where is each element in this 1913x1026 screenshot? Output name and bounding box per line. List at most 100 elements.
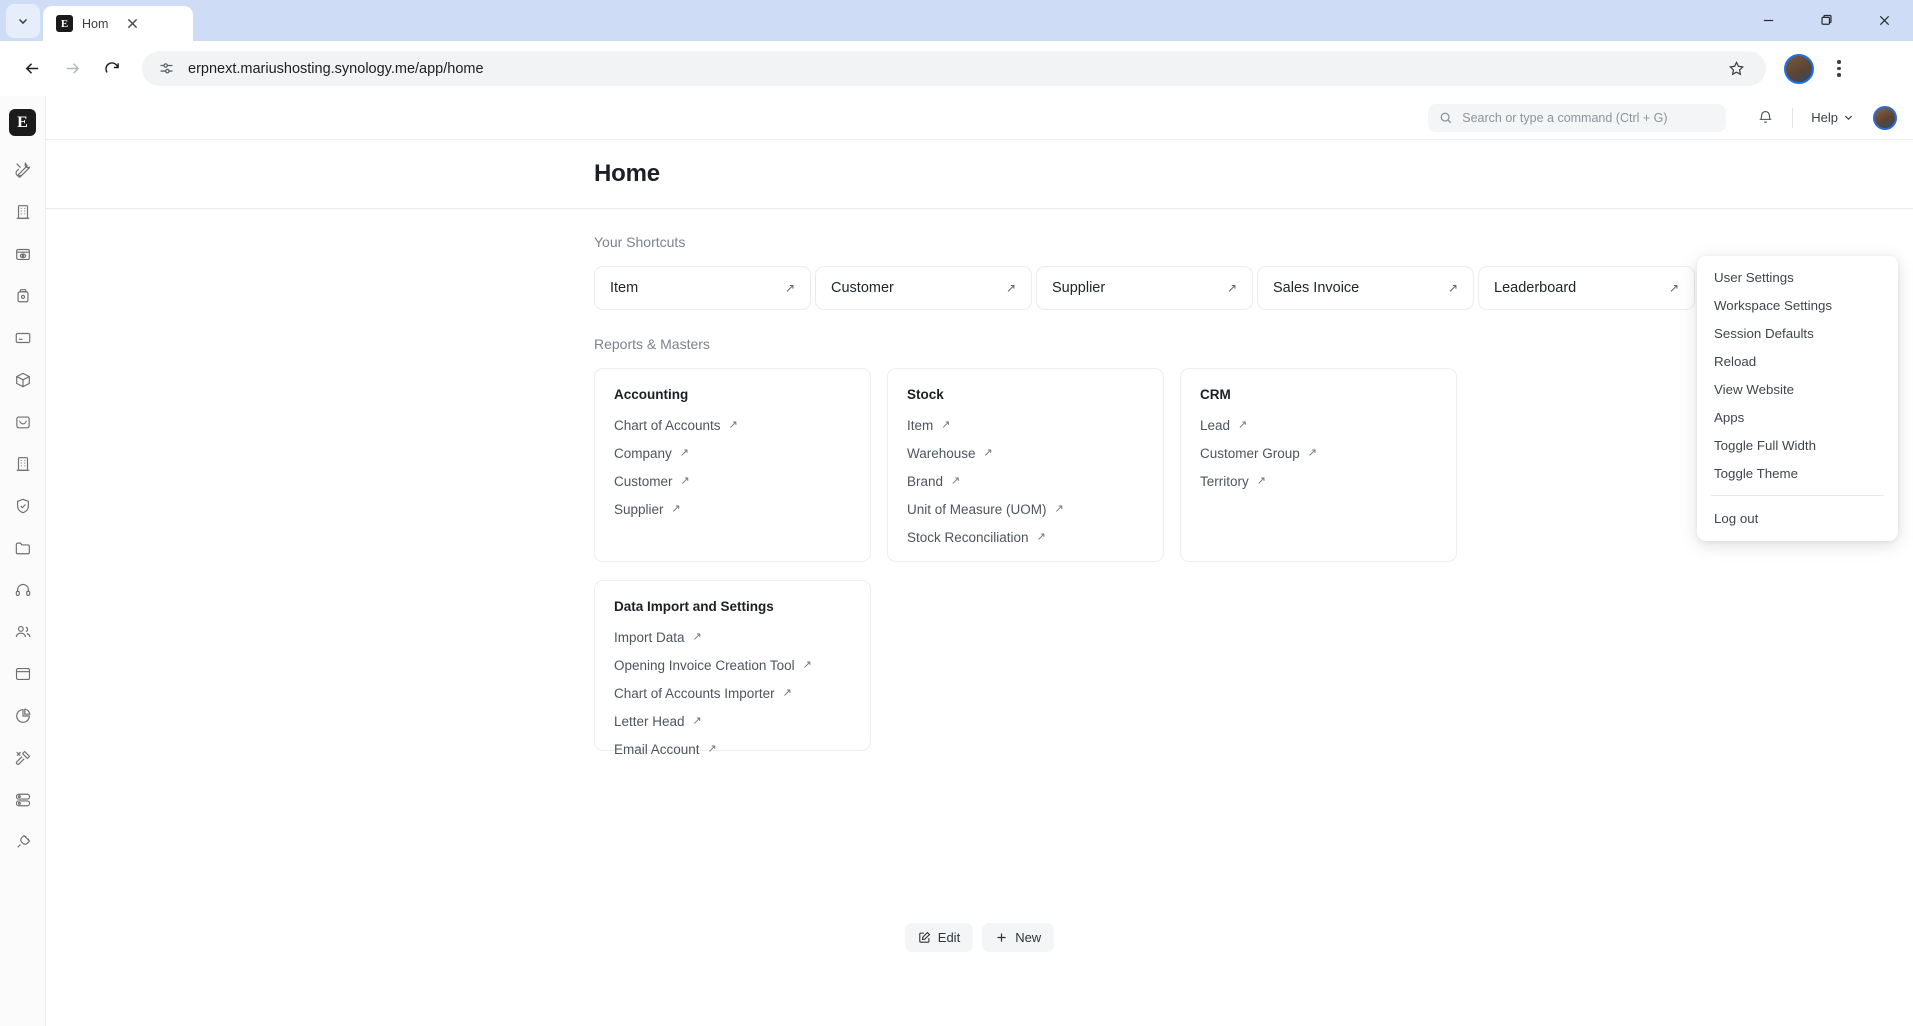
menu-item-label: Reload bbox=[1714, 353, 1757, 369]
server-icon[interactable] bbox=[7, 784, 39, 816]
card-title: CRM bbox=[1200, 387, 1231, 402]
arrow-up-right-icon: ↗ bbox=[1307, 447, 1318, 459]
app-logo-icon[interactable]: E bbox=[9, 109, 36, 136]
card-link[interactable]: Import Data ↗ bbox=[614, 630, 851, 645]
card-link[interactable]: Email Account ↗ bbox=[614, 742, 851, 757]
shortcuts-grid: Item ↗ Customer ↗ Supplier ↗ Sales Invoi… bbox=[594, 266, 1700, 323]
shortcut-card[interactable]: Item ↗ bbox=[594, 266, 811, 310]
menu-item-user-settings[interactable]: User Settings bbox=[1697, 263, 1898, 291]
card-icon[interactable] bbox=[7, 322, 39, 354]
arrow-up-right-icon: ↗ bbox=[671, 503, 681, 515]
search-input[interactable]: Search or type a command (Ctrl + G) bbox=[1428, 103, 1727, 132]
bookmark-button[interactable] bbox=[1722, 55, 1750, 83]
arrow-up-right-icon: ↗ bbox=[728, 419, 738, 431]
search-icon bbox=[1440, 112, 1452, 123]
edit-button[interactable]: Edit bbox=[904, 923, 974, 952]
window-icon[interactable] bbox=[7, 658, 39, 690]
menu-item-toggle-theme[interactable]: Toggle Theme bbox=[1697, 459, 1898, 487]
card-link[interactable]: Brand ↗ bbox=[907, 474, 1144, 489]
card-link[interactable]: Opening Invoice Creation Tool ↗ bbox=[614, 658, 851, 673]
menu-item-workspace-settings[interactable]: Workspace Settings bbox=[1697, 291, 1898, 319]
building-icon[interactable] bbox=[7, 196, 39, 228]
maximize-button[interactable] bbox=[1797, 0, 1855, 41]
card-link[interactable]: Unit of Measure (UOM) ↗ bbox=[907, 502, 1144, 517]
masters-card-row-2: Data Import and Settings Import Data ↗ Op… bbox=[594, 580, 1913, 757]
building-alt-icon[interactable] bbox=[7, 448, 39, 480]
card-link[interactable]: Customer ↗ bbox=[614, 474, 851, 489]
tools-icon[interactable] bbox=[7, 154, 39, 186]
browser-tab[interactable]: E Hom bbox=[43, 6, 193, 41]
minimize-button[interactable] bbox=[1739, 0, 1797, 41]
help-menu-button[interactable]: Help bbox=[1805, 106, 1860, 129]
menu-item-toggle-full-width[interactable]: Toggle Full Width bbox=[1697, 431, 1898, 459]
card-crm: CRM Lead ↗ Customer Group ↗ Territory ↗ bbox=[1180, 368, 1457, 562]
user-avatar[interactable] bbox=[1873, 105, 1897, 130]
browser-profile-avatar[interactable] bbox=[1784, 53, 1814, 84]
menu-item-apps[interactable]: Apps bbox=[1697, 403, 1898, 431]
archive-eye-icon[interactable] bbox=[7, 238, 39, 270]
pie-chart-icon[interactable] bbox=[7, 700, 39, 732]
site-settings-icon[interactable] bbox=[158, 60, 175, 77]
plug-icon[interactable] bbox=[7, 826, 39, 858]
card-link[interactable]: Item ↗ bbox=[907, 418, 1144, 433]
arrow-up-right-icon: ↗ bbox=[680, 475, 690, 487]
card-link[interactable]: Company ↗ bbox=[614, 446, 851, 461]
box-icon[interactable] bbox=[7, 364, 39, 396]
shield-check-icon[interactable] bbox=[7, 490, 39, 522]
card-link[interactable]: Customer Group ↗ bbox=[1200, 446, 1437, 461]
menu-item-session-defaults[interactable]: Session Defaults bbox=[1697, 319, 1898, 347]
notifications-button[interactable] bbox=[1750, 103, 1780, 133]
card-link[interactable]: Lead ↗ bbox=[1200, 418, 1437, 433]
omnibox[interactable]: erpnext.mariushosting.synology.me/app/ho… bbox=[142, 51, 1766, 86]
app-navbar: Search or type a command (Ctrl + G) Help bbox=[46, 96, 1913, 140]
card-link[interactable]: Stock Reconciliation ↗ bbox=[907, 530, 1144, 545]
tabstrip-chevron-button[interactable] bbox=[6, 4, 40, 38]
reload-button[interactable] bbox=[94, 51, 130, 87]
shortcut-label: Leaderboard bbox=[1494, 280, 1577, 296]
reload-icon bbox=[105, 61, 119, 73]
sidebar-rail: E bbox=[0, 96, 46, 1026]
shortcut-card[interactable]: Sales Invoice ↗ bbox=[1257, 266, 1474, 310]
card-link-label: Stock Reconciliation bbox=[907, 530, 1029, 545]
forward-button[interactable] bbox=[54, 51, 90, 87]
search-placeholder: Search or type a command (Ctrl + G) bbox=[1462, 110, 1668, 125]
card-link-label: Company bbox=[614, 446, 672, 461]
tab-close-button[interactable] bbox=[123, 15, 141, 33]
people-icon[interactable] bbox=[7, 616, 39, 648]
window-close-button[interactable] bbox=[1855, 0, 1913, 41]
shortcut-card[interactable]: Leaderboard ↗ bbox=[1478, 266, 1695, 310]
card-link[interactable]: Letter Head ↗ bbox=[614, 714, 851, 729]
erpnext-logo-icon: E bbox=[56, 15, 73, 32]
card-link-label: Item bbox=[907, 418, 934, 433]
kebab-menu-icon[interactable] bbox=[1822, 52, 1856, 86]
card-link[interactable]: Chart of Accounts Importer ↗ bbox=[614, 686, 851, 701]
card-link-label: Customer bbox=[614, 474, 673, 489]
back-arrow-icon bbox=[25, 63, 38, 74]
headset-icon[interactable] bbox=[7, 574, 39, 606]
card-link[interactable]: Chart of Accounts ↗ bbox=[614, 418, 851, 433]
card-title: Accounting bbox=[614, 387, 689, 402]
menu-item-view-website[interactable]: View Website bbox=[1697, 375, 1898, 403]
shortcut-label: Supplier bbox=[1052, 280, 1106, 296]
bag-icon[interactable] bbox=[7, 406, 39, 438]
window-close-icon bbox=[1879, 15, 1889, 26]
menu-item-reload[interactable]: Reload bbox=[1697, 347, 1898, 375]
card-link[interactable]: Supplier ↗ bbox=[614, 502, 851, 517]
arrow-up-right-icon: ↗ bbox=[1668, 281, 1679, 295]
shortcut-label: Sales Invoice bbox=[1273, 280, 1360, 296]
shortcut-card[interactable]: Supplier ↗ bbox=[1036, 266, 1253, 310]
menu-item-log-out[interactable]: Log out bbox=[1697, 504, 1898, 532]
card-link[interactable]: Territory ↗ bbox=[1200, 474, 1437, 489]
folder-icon[interactable] bbox=[7, 532, 39, 564]
arrow-up-right-icon: ↗ bbox=[692, 631, 702, 643]
jar-icon[interactable] bbox=[7, 280, 39, 312]
hammer-tools-icon[interactable] bbox=[7, 742, 39, 774]
card-link-label: Lead bbox=[1200, 418, 1231, 433]
shortcut-card[interactable]: Customer ↗ bbox=[815, 266, 1032, 310]
card-link[interactable]: Warehouse ↗ bbox=[907, 446, 1144, 461]
new-button[interactable]: New bbox=[982, 923, 1055, 952]
card-link-label: Import Data bbox=[614, 630, 685, 645]
back-button[interactable] bbox=[14, 51, 50, 87]
card-link-label: Brand bbox=[907, 474, 944, 489]
navbar-divider bbox=[1792, 107, 1794, 128]
